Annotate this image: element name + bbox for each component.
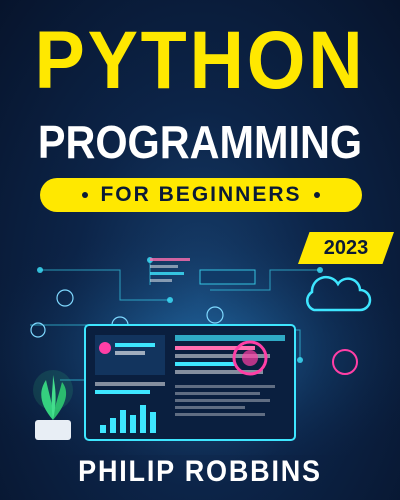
pill-dot-left [82,192,89,198]
subtitle-pill: FOR BEGINNERS [40,178,362,212]
title-python: PYTHON [34,15,366,106]
year-text: 2023 [323,236,369,259]
pill-dot-right [313,192,320,198]
subtitle-text: FOR BEGINNERS [100,183,302,206]
monitor-icon [84,324,296,441]
year-badge: 2023 [298,232,394,264]
author-name: PHILIP ROBBINS [78,455,322,488]
title-programming: PROGRAMMING [37,116,363,168]
book-cover: PYTHON PROGRAMMING FOR BEGINNERS 2023 PH… [0,0,400,500]
